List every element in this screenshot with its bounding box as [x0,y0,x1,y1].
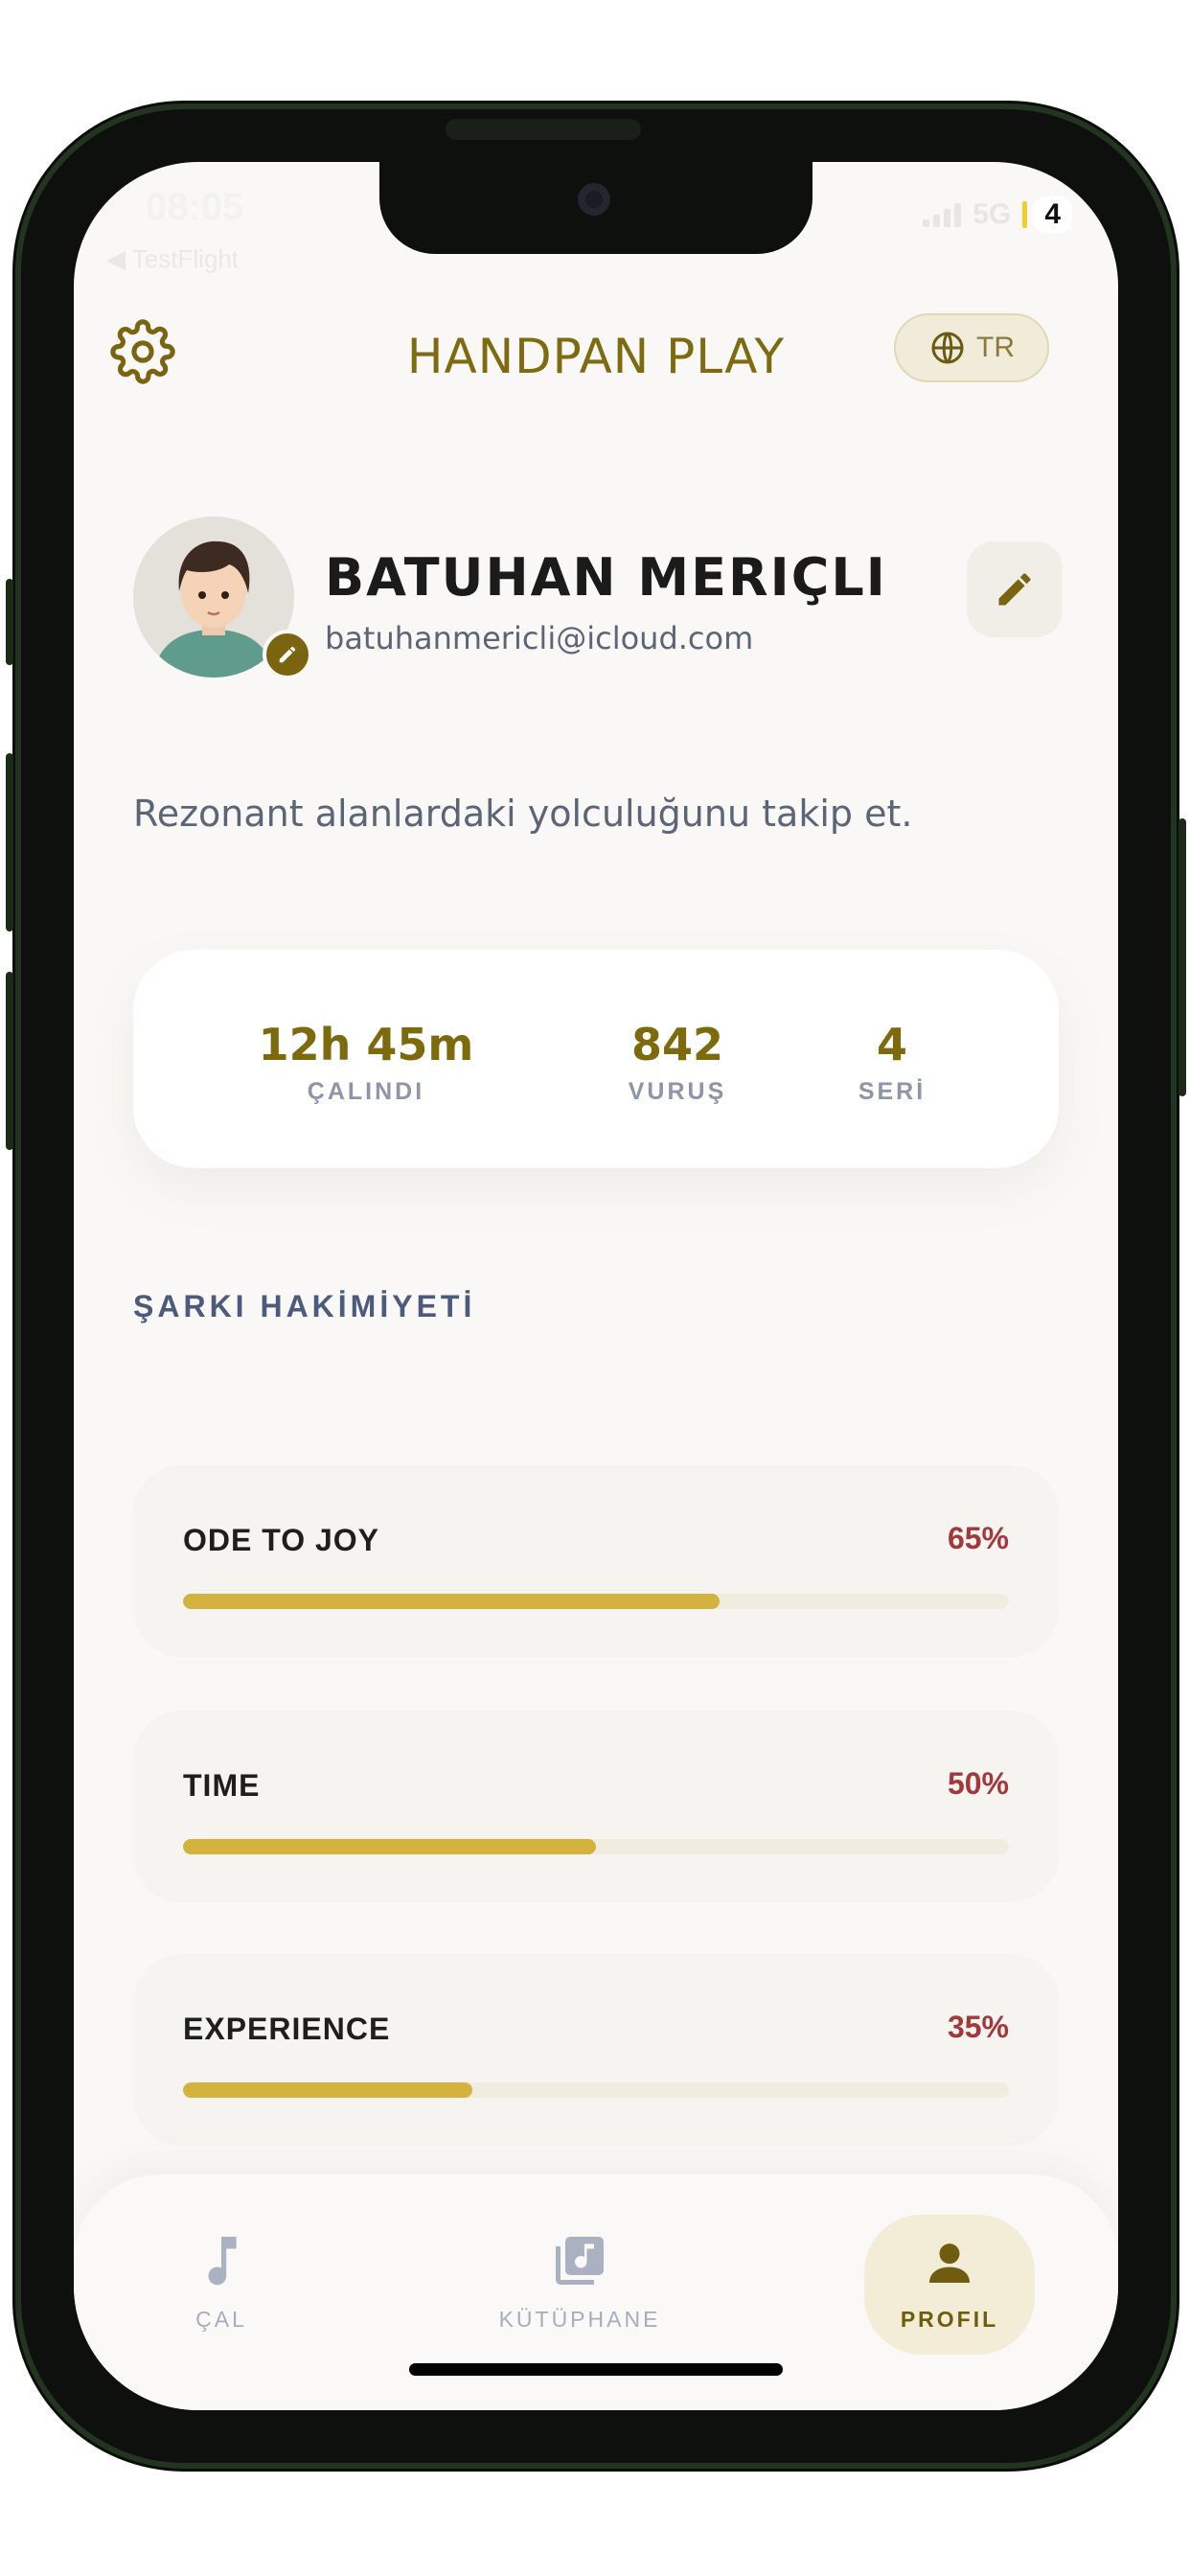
tab-library[interactable]: KÜTÜPHANE [493,2232,666,2333]
app-screen: 08:05 ◀ TestFlight 5G 4 HANDPAN PLAY TR … [74,162,1118,2410]
tab-label: ÇAL [195,2307,247,2332]
mute-switch [6,579,13,665]
network-type: 5G [973,198,1012,230]
globe-icon [931,332,964,364]
battery-level: 4 [1033,196,1072,233]
user-name: BATUHAN MERIÇLI [325,547,887,608]
volume-up-button [6,753,13,932]
tab-label: KÜTÜPHANE [498,2307,661,2332]
stat-value: 842 [630,1019,724,1070]
language-label: TR [976,332,1015,363]
user-email: batuhanmericli@icloud.com [325,620,754,656]
status-indicators: 5G 4 [923,196,1072,233]
edit-profile-button[interactable] [967,541,1063,637]
battery-icon: 4 [1022,196,1072,233]
tagline: Rezonant alanlardaki yolculuğunu takip e… [133,793,913,835]
stat-played-time: 12h 45m ÇALINDI [259,1019,474,1106]
song-percent: 65% [947,1521,1009,1555]
stat-label: SERİ [858,1078,927,1105]
music-library-icon [556,2237,604,2285]
stat-streak: 4 SERİ [858,1019,926,1106]
home-indicator [409,2363,783,2376]
language-button[interactable]: TR [894,313,1049,382]
stats-card: 12h 45m ÇALINDI 842 VURUŞ 4 SERİ [133,950,1059,1168]
stat-value: 12h 45m [258,1019,474,1070]
notch [379,162,812,254]
power-button [1179,818,1186,1096]
person-icon [929,2243,970,2283]
avatar-edit-button[interactable] [263,630,312,679]
song-progress-bar [183,2082,1009,2098]
stat-hits: 842 VURUŞ [629,1019,727,1106]
song-progress-bar [183,1839,1009,1854]
phone-frame: 08:05 ◀ TestFlight 5G 4 HANDPAN PLAY TR … [6,109,1186,2463]
song-progress-bar [183,1594,1009,1609]
song-mastery-card[interactable]: TIME 50% [133,1711,1059,1902]
song-percent: 50% [947,1766,1009,1801]
mastery-section-title: ŞARKI HAKİMİYETİ [133,1289,476,1323]
status-time: 08:05 [146,186,244,228]
volume-down-button [6,972,13,1150]
song-name: TIME [183,1768,261,1803]
tab-label: PROFIL [900,2307,999,2332]
song-percent: 35% [947,2010,1009,2044]
signal-icon [923,202,962,227]
song-mastery-card[interactable]: EXPERIENCE 35% [133,1954,1059,2146]
stat-value: 4 [876,1019,908,1070]
music-note-icon [208,2237,237,2286]
song-progress-fill [183,1594,721,1609]
app-header: HANDPAN PLAY TR [74,306,1118,402]
stat-label: ÇALINDI [307,1078,425,1105]
stat-label: VURUŞ [628,1078,727,1105]
tab-play[interactable]: ÇAL [135,2232,308,2333]
song-mastery-card[interactable]: ODE TO JOY 65% [133,1465,1059,1657]
song-name: ODE TO JOY [183,1523,380,1557]
pencil-icon [998,573,1031,606]
earpiece-speaker [446,119,641,140]
pencil-icon [279,646,296,663]
tab-profile[interactable]: PROFIL [864,2215,1035,2355]
testflight-back-link[interactable]: ◀ TestFlight [106,244,239,274]
song-progress-fill [183,2082,472,2098]
song-progress-fill [183,1839,596,1854]
front-camera [578,183,610,216]
song-name: EXPERIENCE [183,2012,391,2046]
profile-section: BATUHAN MERIÇLI batuhanmericli@icloud.co… [74,517,1118,689]
